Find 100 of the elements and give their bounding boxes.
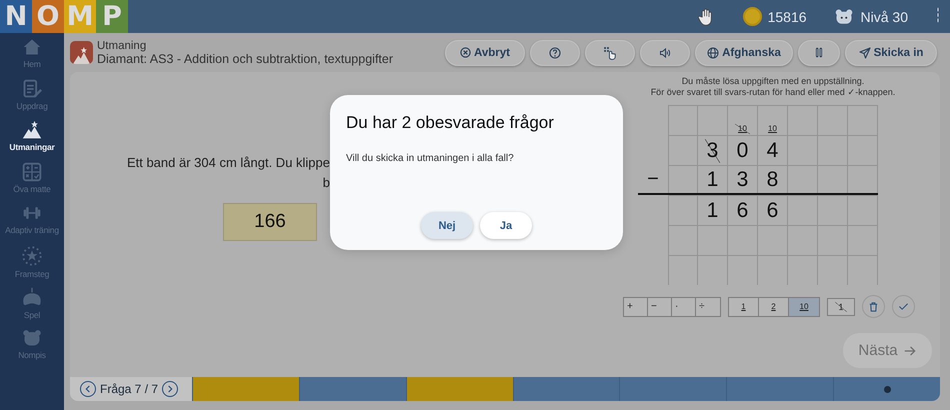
pause-button[interactable]: [798, 40, 840, 66]
star-circle-icon: [21, 244, 43, 266]
progress-segment[interactable]: [619, 377, 726, 401]
grid-cell[interactable]: [758, 255, 788, 285]
carry-key[interactable]: 10: [789, 298, 819, 316]
progress-segment[interactable]: [192, 377, 299, 401]
grid-cell[interactable]: [788, 195, 818, 225]
grid-cell[interactable]: [728, 225, 758, 255]
grid-cell[interactable]: [698, 105, 728, 135]
previous-button[interactable]: [80, 381, 96, 397]
grid-cell[interactable]: [698, 225, 728, 255]
help-button[interactable]: [530, 40, 580, 66]
progress-segment[interactable]: [833, 377, 940, 401]
digit: 8: [766, 168, 780, 192]
current-marker: [884, 386, 891, 392]
grid-cell[interactable]: [698, 255, 728, 285]
dialog-title: Du har 2 obesvarade frågor: [346, 113, 555, 133]
digit: 6: [736, 198, 750, 222]
dialog-button[interactable]: Ja: [480, 212, 532, 239]
chevron-left-icon: [84, 385, 92, 393]
sidebar-item[interactable]: Utmaningar: [0, 120, 64, 162]
operator-key[interactable]: −: [648, 298, 672, 316]
grid-cell[interactable]: [788, 225, 818, 255]
instruction-text: Du måste lösa uppgiften med en uppställning.: [682, 76, 864, 87]
answer-field[interactable]: 166: [223, 203, 317, 241]
coin-count: 15816: [768, 8, 807, 24]
checkmark-icon: [898, 301, 909, 312]
grid-cell[interactable]: [728, 255, 758, 285]
grid-cell[interactable]: [848, 135, 878, 165]
minus-sign: −: [647, 168, 659, 190]
digit: 6: [766, 198, 780, 222]
grid-cell[interactable]: [668, 225, 698, 255]
next-question-button[interactable]: [162, 381, 178, 397]
pause-icon: [815, 47, 823, 58]
question-counter: Fråga 7 / 7: [100, 382, 158, 396]
grid-cell[interactable]: [848, 195, 878, 225]
confirm-button[interactable]: [892, 295, 915, 318]
grid-cell[interactable]: [848, 225, 878, 255]
digit: 1: [706, 198, 720, 222]
grid-cell[interactable]: [818, 195, 848, 225]
grid-pointer-icon: [603, 46, 617, 60]
logo-letter: O: [32, 0, 64, 33]
grid-cell[interactable]: [818, 255, 848, 285]
grid-cell[interactable]: [848, 105, 878, 135]
carry-key[interactable]: 1: [729, 298, 759, 316]
grid-cell[interactable]: [818, 135, 848, 165]
question-text: Ett band är 304 cm långt. Du klippe: [126, 154, 330, 172]
progress-segment[interactable]: [298, 377, 406, 401]
logo-letter: N: [0, 0, 32, 33]
help-icon: [549, 46, 561, 58]
digit: 4: [766, 138, 780, 162]
grid-cell[interactable]: [818, 105, 848, 135]
audio-button[interactable]: [640, 40, 690, 66]
calculator-icon: [22, 162, 42, 182]
grid-cell[interactable]: [848, 165, 878, 193]
grid-cell[interactable]: [668, 135, 698, 165]
coin-icon: [742, 7, 762, 26]
touch-button[interactable]: [585, 40, 635, 66]
page-subtitle: Diamant: AS3 - Addition och subtraktion, textuppgifter: [97, 52, 394, 66]
logo-letter: M: [64, 0, 96, 33]
trash-icon: [868, 300, 879, 312]
arrow-right-icon: [902, 344, 917, 358]
carry-digit: 10: [767, 124, 778, 134]
grid-cell[interactable]: [848, 255, 878, 285]
grid-cell[interactable]: [758, 225, 788, 255]
mountain-app-icon: [70, 41, 93, 64]
digit: 1: [706, 168, 720, 192]
grid-cell[interactable]: [788, 255, 818, 285]
more-menu-icon: [936, 7, 940, 23]
grid-cell[interactable]: [788, 135, 818, 165]
delete-button[interactable]: [862, 295, 885, 318]
speaker-icon: [658, 46, 672, 58]
toolbar-button[interactable]: Avbryt: [445, 40, 525, 66]
dialog-message: Vill du skicka in utmaningen i alla fall?: [346, 153, 515, 164]
grid-cell[interactable]: [818, 225, 848, 255]
grid-cell[interactable]: [668, 165, 698, 193]
operator-key[interactable]: ·: [672, 298, 696, 316]
digit: 3: [736, 168, 750, 192]
toolbar-button[interactable]: Afghanska: [695, 40, 793, 66]
carry-key[interactable]: 2: [759, 298, 789, 316]
operator-key[interactable]: +: [624, 298, 648, 316]
grid-cell[interactable]: [818, 165, 848, 193]
globe-icon: [707, 46, 720, 58]
grid-cell[interactable]: [668, 105, 698, 135]
progress-segment[interactable]: [406, 377, 513, 401]
progress-segment[interactable]: [512, 377, 620, 401]
chevron-right-icon: [166, 385, 174, 393]
progress-segment[interactable]: [726, 377, 834, 401]
question-text: b: [322, 174, 330, 192]
mountain-star-icon: [21, 120, 43, 140]
grid-cell[interactable]: [788, 105, 818, 135]
operator-key[interactable]: ÷: [696, 298, 720, 316]
dialog-button[interactable]: Nej: [421, 212, 473, 239]
toolbar-button[interactable]: Skicka in: [845, 40, 937, 66]
digit: 0: [736, 138, 750, 162]
close-circle-icon: [460, 47, 471, 58]
grid-cell[interactable]: [788, 165, 818, 193]
grid-cell[interactable]: [668, 255, 698, 285]
grid-cell[interactable]: [668, 195, 698, 225]
instruction-text: För över svaret till svars-rutan för hand eller med ✓-knappen.: [650, 87, 896, 98]
